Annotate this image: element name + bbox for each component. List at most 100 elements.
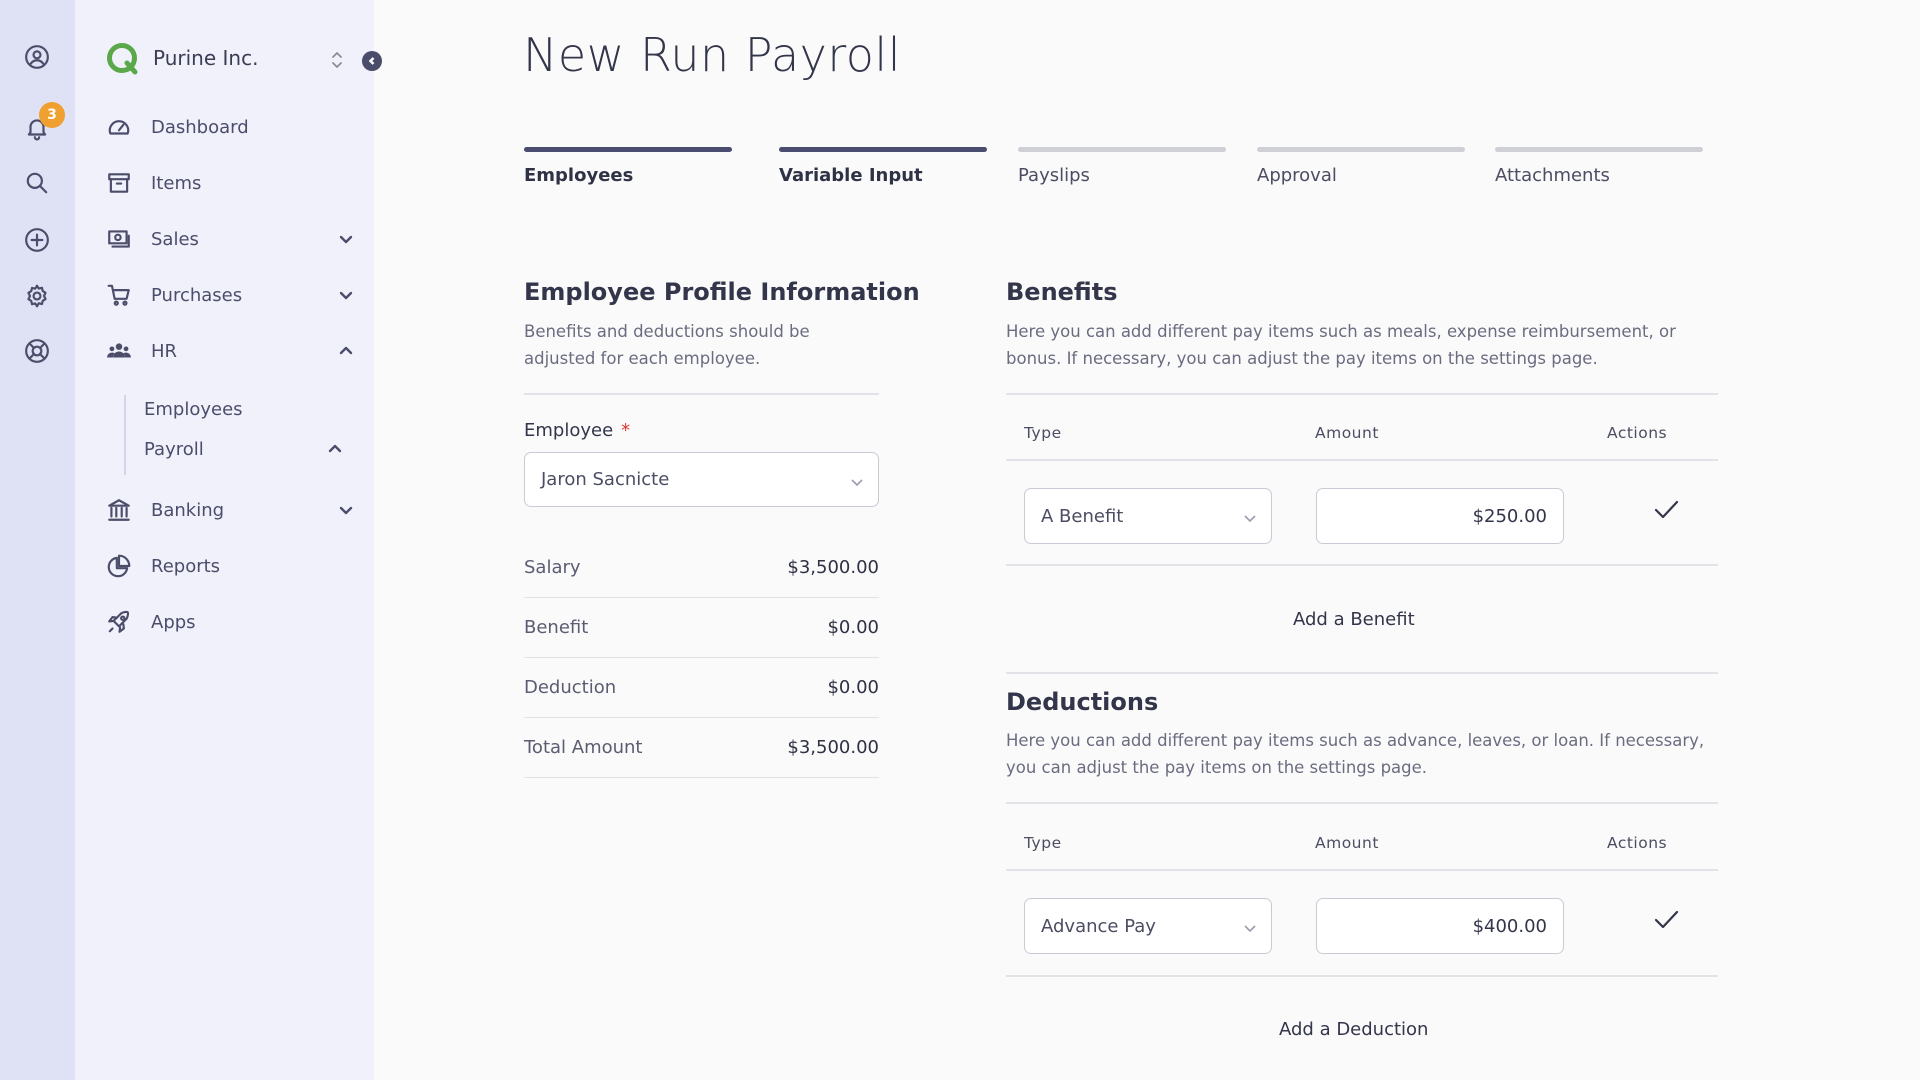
chevron-down-icon: [1243, 509, 1257, 523]
step-variable-input[interactable]: Variable Input: [779, 147, 987, 186]
confirm-deduction-check-icon[interactable]: [1652, 906, 1680, 934]
step-approval[interactable]: Approval: [1257, 147, 1465, 186]
nav-label: HR: [151, 340, 178, 362]
benefit-type-select[interactable]: A Benefit: [1024, 488, 1272, 544]
cash-icon: [105, 225, 133, 253]
step-employees[interactable]: Employees: [524, 147, 732, 186]
summary-value: $0.00: [827, 617, 879, 638]
notification-badge: 3: [39, 102, 65, 128]
nav-item-reports[interactable]: Reports: [105, 546, 355, 586]
icon-rail: 3: [0, 0, 75, 1080]
employee-field-label: Employee *: [524, 420, 631, 441]
nav-label: Purchases: [151, 284, 243, 306]
benefit-type-value: A Benefit: [1041, 505, 1124, 527]
deductions-description: Here you can add different pay items suc…: [1006, 731, 1705, 777]
company-name: Purine Inc.: [153, 46, 259, 70]
divider: [524, 393, 879, 395]
step-progress-bar: [1257, 147, 1465, 152]
collapse-sidebar-button[interactable]: [362, 51, 382, 71]
nav-label: Items: [151, 172, 202, 194]
summary-row-benefit: Benefit $0.00: [524, 598, 879, 658]
chevron-up-down-icon[interactable]: [330, 49, 344, 71]
summary-row-salary: Salary $3,500.00: [524, 538, 879, 598]
plus-circle-icon[interactable]: [19, 222, 55, 258]
divider: [1006, 459, 1718, 461]
chevron-left-icon: [368, 57, 375, 65]
summary-row-total: Total Amount $3,500.00: [524, 718, 879, 778]
nav-item-hr[interactable]: HR: [105, 331, 355, 371]
benefit-amount-input[interactable]: $250.00: [1316, 488, 1564, 544]
summary-label: Deduction: [524, 677, 617, 698]
company-switcher[interactable]: Purine Inc.: [105, 40, 258, 76]
required-marker: *: [621, 420, 631, 441]
sidebar: Purine Inc. Dashboard Items Sales Purcha…: [75, 0, 382, 1080]
confirm-benefit-check-icon[interactable]: [1652, 496, 1680, 524]
submenu-divider: [124, 395, 126, 475]
chevron-down-icon[interactable]: [337, 230, 355, 248]
step-attachments[interactable]: Attachments: [1495, 147, 1703, 186]
summary-row-deduction: Deduction $0.00: [524, 658, 879, 718]
summary-value: $0.00: [827, 677, 879, 698]
lifebuoy-icon[interactable]: [19, 333, 55, 369]
gear-icon[interactable]: [19, 278, 55, 314]
rocket-icon: [105, 608, 133, 636]
nav-label: Dashboard: [151, 116, 249, 138]
nav-item-items[interactable]: Items: [105, 163, 355, 203]
nav-label: Banking: [151, 499, 225, 521]
bank-icon: [105, 496, 133, 524]
column-header-type: Type: [1024, 424, 1062, 442]
step-label: Attachments: [1495, 165, 1610, 186]
add-benefit-button[interactable]: Add a Benefit: [1293, 609, 1415, 630]
benefits-description: Here you can add different pay items suc…: [1006, 322, 1676, 368]
search-icon[interactable]: [19, 165, 55, 201]
chevron-down-icon: [1243, 919, 1257, 933]
add-deduction-button[interactable]: Add a Deduction: [1279, 1019, 1428, 1040]
chevron-up-icon[interactable]: [326, 440, 344, 462]
benefits-section-title: Benefits: [1006, 278, 1118, 306]
bell-icon[interactable]: 3: [19, 102, 65, 146]
nav-label: Reports: [151, 555, 221, 577]
chevron-up-icon[interactable]: [337, 342, 355, 360]
chevron-down-icon[interactable]: [337, 286, 355, 304]
step-progress-bar: [524, 147, 732, 152]
nav-item-sales[interactable]: Sales: [105, 219, 355, 259]
nav-item-banking[interactable]: Banking: [105, 490, 355, 530]
divider: [1006, 564, 1718, 566]
deduction-type-select[interactable]: Advance Pay: [1024, 898, 1272, 954]
column-header-amount: Amount: [1315, 424, 1379, 442]
divider: [1006, 393, 1718, 395]
chevron-down-icon: [850, 473, 864, 487]
step-label: Employees: [524, 165, 634, 186]
column-header-amount: Amount: [1315, 834, 1379, 852]
employee-select-value: Jaron Sacnicte: [541, 469, 670, 490]
chevron-down-icon[interactable]: [337, 501, 355, 519]
divider: [1006, 975, 1718, 977]
step-progress-bar: [779, 147, 987, 152]
summary-value: $3,500.00: [787, 557, 879, 578]
step-progress-bar: [1018, 147, 1226, 152]
nav-item-dashboard[interactable]: Dashboard: [105, 107, 355, 147]
column-header-type: Type: [1024, 834, 1062, 852]
deduction-amount-input[interactable]: $400.00: [1316, 898, 1564, 954]
nav-label: Apps: [151, 611, 196, 633]
divider: [1006, 672, 1718, 674]
nav-subitem-payroll[interactable]: Payroll: [144, 432, 204, 466]
step-payslips[interactable]: Payslips: [1018, 147, 1226, 186]
profile-section-title: Employee Profile Information: [524, 278, 920, 306]
deductions-section-title: Deductions: [1006, 688, 1159, 716]
divider: [1006, 802, 1718, 804]
gauge-icon: [105, 113, 133, 141]
employee-select[interactable]: Jaron Sacnicte: [524, 452, 879, 507]
nav-subitem-employees[interactable]: Employees: [144, 392, 243, 426]
step-label: Payslips: [1018, 165, 1090, 186]
benefit-amount-value: $250.00: [1472, 505, 1547, 527]
user-circle-icon[interactable]: [19, 39, 55, 75]
nav-item-apps[interactable]: Apps: [105, 602, 355, 642]
nav-item-purchases[interactable]: Purchases: [105, 275, 355, 315]
deduction-amount-value: $400.00: [1472, 915, 1547, 937]
column-header-actions: Actions: [1607, 834, 1668, 852]
company-logo-icon: [107, 43, 138, 75]
nav-label: Sales: [151, 228, 199, 250]
divider: [1006, 869, 1718, 871]
profile-description: Benefits and deductions should be adjust…: [524, 322, 810, 368]
